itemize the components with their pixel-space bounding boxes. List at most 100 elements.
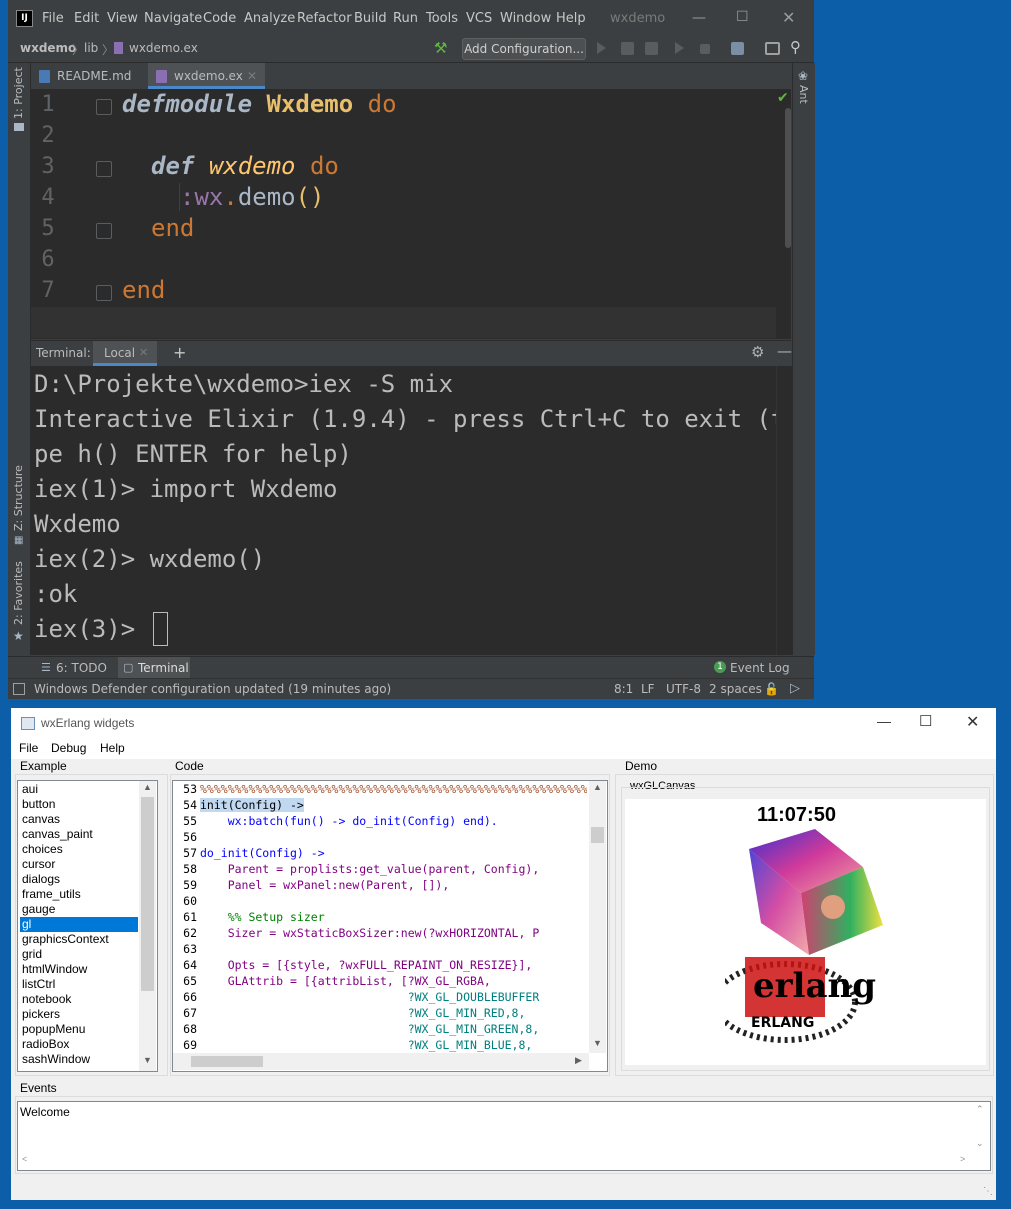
example-list[interactable]: aui button canvas canvas_paint choices c… <box>17 780 158 1072</box>
scroll-thumb[interactable] <box>591 827 604 843</box>
tool-event-log[interactable]: Event Log <box>730 661 790 675</box>
stop-icon[interactable] <box>700 44 710 54</box>
tool-favorites[interactable]: 2: Favorites <box>12 561 25 625</box>
tool-todo[interactable]: 6: TODO <box>56 661 107 675</box>
terminal-tab-local[interactable]: Local ✕ <box>93 341 157 366</box>
tab-readme[interactable]: README.md <box>31 63 148 89</box>
gl-canvas[interactable]: 11:07:50 erlang ERLANG <box>625 799 986 1065</box>
scroll-thumb[interactable] <box>141 797 154 991</box>
breadcrumb-lib[interactable]: lib <box>84 41 98 55</box>
menu-build[interactable]: Build <box>354 11 387 26</box>
scroll-down-icon[interactable]: ▼ <box>593 1038 602 1048</box>
scroll-down-icon[interactable]: ⌄ <box>976 1138 984 1149</box>
scroll-up-icon[interactable]: ⌃ <box>976 1104 984 1115</box>
scroll-up-icon[interactable]: ▲ <box>593 782 602 792</box>
menu-file[interactable]: File <box>42 11 64 26</box>
new-terminal-add-icon[interactable]: + <box>173 343 186 362</box>
list-item-selected[interactable]: gl <box>20 917 138 932</box>
list-item[interactable]: graphicsContext <box>20 932 138 947</box>
menu-tools[interactable]: Tools <box>426 11 458 26</box>
terminal-scrollbar[interactable] <box>776 366 792 655</box>
fold-marker-icon[interactable] <box>96 285 112 301</box>
run-icon[interactable] <box>597 42 606 54</box>
code-view[interactable]: 53%%%%%%%%%%%%%%%%%%%%%%%%%%%%%%%%%%%%%%… <box>172 780 608 1072</box>
fold-marker-icon[interactable] <box>96 161 112 177</box>
search-icon[interactable]: ⚲ <box>790 38 801 56</box>
menu-help[interactable]: Help <box>556 11 586 26</box>
list-item[interactable]: choices <box>20 842 138 857</box>
list-item[interactable]: pickers <box>20 1007 138 1022</box>
tab-wxdemo[interactable]: wxdemo.ex ✕ <box>148 63 265 89</box>
terminal-tab-close-icon[interactable]: ✕ <box>139 346 148 359</box>
minimize-icon[interactable]: — <box>877 713 891 729</box>
project-structure-icon[interactable] <box>731 42 744 55</box>
code-vertical-scrollbar[interactable]: ▲ ▼ <box>589 781 606 1053</box>
wx-menu-debug[interactable]: Debug <box>51 741 86 755</box>
list-item[interactable]: aui <box>20 782 138 797</box>
coverage-icon[interactable] <box>645 42 658 55</box>
status-indent[interactable]: 2 spaces <box>709 682 762 696</box>
list-item[interactable]: listCtrl <box>20 977 138 992</box>
build-hammer-icon[interactable]: ⚒ <box>434 39 447 57</box>
tool-ant[interactable]: Ant <box>797 85 810 104</box>
tool-project[interactable]: 1: Project <box>12 67 25 119</box>
hide-panel-icon[interactable]: — <box>777 342 792 360</box>
maximize-icon[interactable]: ☐ <box>919 712 932 730</box>
list-item[interactable]: cursor <box>20 857 138 872</box>
menu-navigate[interactable]: Navigate <box>144 11 202 26</box>
fold-marker-icon[interactable] <box>96 223 112 239</box>
lock-icon[interactable]: 🔓 <box>764 682 779 696</box>
code-text-area[interactable]: 53%%%%%%%%%%%%%%%%%%%%%%%%%%%%%%%%%%%%%%… <box>175 781 587 1053</box>
close-icon[interactable]: ✕ <box>782 8 795 27</box>
scroll-down-icon[interactable]: ▼ <box>143 1055 152 1065</box>
code-horizontal-scrollbar[interactable]: ▶ <box>173 1053 589 1070</box>
example-list-scrollbar[interactable]: ▲ ▼ <box>139 781 156 1071</box>
list-item[interactable]: popupMenu <box>20 1022 138 1037</box>
close-icon[interactable]: ✕ <box>966 712 979 732</box>
profile-icon[interactable] <box>675 42 684 54</box>
list-item[interactable]: canvas <box>20 812 138 827</box>
menu-edit[interactable]: Edit <box>74 11 99 26</box>
wx-menu-file[interactable]: File <box>19 741 38 755</box>
list-item[interactable]: gauge <box>20 902 138 917</box>
menu-refactor[interactable]: Refactor <box>297 11 352 26</box>
editor-scrollbar[interactable] <box>785 108 791 248</box>
list-item[interactable]: sashWindow <box>20 1052 138 1067</box>
list-item[interactable]: dialogs <box>20 872 138 887</box>
settings-gear-icon[interactable]: ⚙ <box>751 343 764 361</box>
breadcrumb-project[interactable]: wxdemo <box>20 41 76 55</box>
add-configuration-button[interactable]: Add Configuration... <box>462 38 586 60</box>
fold-marker-icon[interactable] <box>96 99 112 115</box>
inspector-icon[interactable]: ▷ <box>790 681 800 696</box>
debug-icon[interactable] <box>621 42 634 55</box>
tab-close-icon[interactable]: ✕ <box>247 63 257 89</box>
menu-vcs[interactable]: VCS <box>466 11 492 26</box>
list-item[interactable]: htmlWindow <box>20 962 138 977</box>
list-item[interactable]: notebook <box>20 992 138 1007</box>
code-editor[interactable]: 1 2 3 4 5 6 7 8 defmodule Wxdemo do def … <box>31 90 791 339</box>
toggle-tool-windows-icon[interactable] <box>13 683 25 695</box>
menu-window[interactable]: Window <box>500 11 551 26</box>
menu-code[interactable]: Code <box>203 11 236 26</box>
resize-grip-icon[interactable]: ⋱ <box>983 1186 993 1197</box>
scroll-right-icon[interactable]: ▶ <box>575 1055 582 1066</box>
breadcrumb-file[interactable]: wxdemo.ex <box>129 41 198 55</box>
status-encoding[interactable]: UTF-8 <box>666 682 701 696</box>
terminal-output[interactable]: D:\Projekte\wxdemo>iex -S mix Interactiv… <box>31 366 776 655</box>
scroll-left-icon[interactable]: < <box>22 1154 27 1164</box>
menu-view[interactable]: View <box>107 11 138 26</box>
status-line-separator[interactable]: LF <box>641 682 655 696</box>
list-item[interactable]: grid <box>20 947 138 962</box>
tool-terminal[interactable]: ▢ Terminal <box>118 657 190 679</box>
wx-menu-help[interactable]: Help <box>100 741 125 755</box>
scroll-thumb[interactable] <box>191 1056 263 1067</box>
list-item[interactable]: radioBox <box>20 1037 138 1052</box>
status-position[interactable]: 8:1 <box>614 682 633 696</box>
status-message[interactable]: Windows Defender configuration updated (… <box>34 682 391 696</box>
menu-analyze[interactable]: Analyze <box>244 11 295 26</box>
list-item[interactable]: button <box>20 797 138 812</box>
menu-run[interactable]: Run <box>393 11 418 26</box>
list-item[interactable]: frame_utils <box>20 887 138 902</box>
maximize-icon[interactable]: ☐ <box>736 9 749 25</box>
tool-structure[interactable]: Z: Structure <box>12 465 25 531</box>
